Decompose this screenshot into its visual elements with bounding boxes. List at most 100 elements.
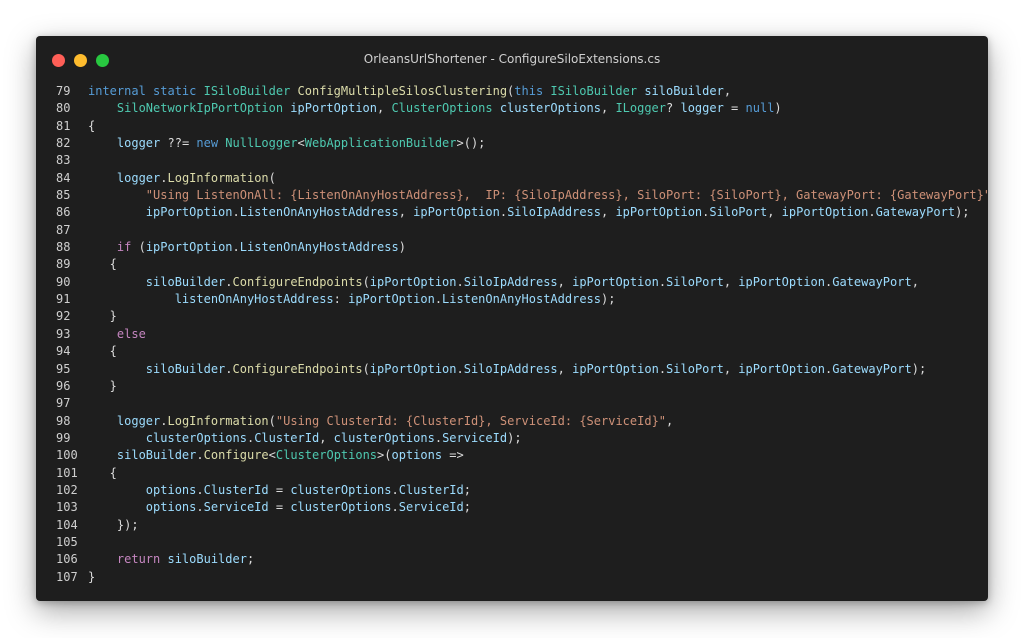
code-token: internal (88, 84, 154, 98)
code-token: clusterOptions (499, 101, 601, 116)
code-token: ipPortOption (413, 205, 500, 220)
code-token: logger (116, 170, 161, 185)
code-editor[interactable]: 79 internal static ISiloBuilder ConfigMul… (36, 83, 988, 586)
code-line: 80 SiloNetworkIpPortOption ipPortOption,… (36, 100, 988, 117)
code-token: ClusterId (398, 482, 464, 497)
code-token: { (88, 118, 96, 133)
code-token: ConfigureEndpoints (232, 361, 363, 376)
code-token: , (319, 430, 334, 445)
code-token: . (434, 292, 443, 307)
code-token: SiloPort (666, 361, 724, 376)
code-token: options (145, 482, 197, 497)
code-token: ipPortOption (615, 205, 703, 220)
code-line: 98 logger.LogInformation("Using ClusterI… (36, 413, 988, 430)
code-text: options.ClusterId = clusterOptions.Clust… (88, 482, 471, 499)
line-number: 92 (56, 309, 71, 324)
code-token: ConfigMultipleSilosClustering (297, 84, 508, 98)
code-token: . (456, 361, 464, 376)
code-line: 106 return siloBuilder; (36, 551, 988, 568)
code-token: ( (362, 361, 370, 376)
code-token: ISiloBuilder (203, 84, 298, 98)
window-title: OrleansUrlShortener - ConfigureSiloExten… (363, 52, 661, 66)
code-line: 103 options.ServiceId = clusterOptions.S… (36, 499, 988, 516)
line-number: 83 (56, 153, 71, 168)
code-token: < (268, 448, 276, 463)
line-number: 80 (56, 101, 71, 116)
title-bar: OrleansUrlShortener - ConfigureSiloExten… (36, 36, 988, 82)
code-token: ipPortOption (572, 274, 659, 289)
code-token: LogInformation (167, 413, 269, 428)
code-text: } (88, 308, 117, 325)
code-token: logger (680, 101, 724, 116)
code-line: 105 (36, 534, 988, 551)
line-number: 81 (56, 118, 71, 133)
code-line: 90 siloBuilder.ConfigureEndpoints(ipPort… (36, 274, 988, 291)
code-text: siloBuilder.Configure<ClusterOptions>(op… (88, 447, 464, 464)
code-token: ipPortOption (145, 240, 233, 255)
code-token: ListenOnAnyHostAddress (239, 240, 399, 255)
code-token: } (88, 569, 96, 584)
code-line: 96 } (36, 378, 988, 395)
code-token: . (196, 482, 204, 497)
line-number: 95 (56, 361, 71, 376)
code-line: 91 listenOnAnyHostAddress: ipPortOption.… (36, 291, 988, 308)
line-number: 99 (56, 430, 71, 445)
code-text: options.ServiceId = clusterOptions.Servi… (88, 499, 471, 516)
line-number: 98 (56, 413, 71, 428)
code-token: , (377, 101, 392, 116)
code-token: else (116, 326, 146, 341)
code-token: SiloIpAddress (463, 274, 558, 289)
code-token: ServiceId (203, 500, 269, 515)
code-token: static (153, 84, 204, 98)
code-token: . (434, 430, 443, 445)
code-token: clusterOptions (290, 500, 392, 515)
line-number: 102 (56, 482, 78, 497)
code-token: ? (666, 101, 681, 116)
code-text: { (88, 465, 117, 482)
line-number: 91 (56, 292, 71, 307)
code-token: new (196, 136, 226, 151)
code-token: , (723, 84, 732, 98)
code-token: = (723, 101, 746, 116)
line-number: 87 (56, 222, 71, 237)
code-token: , (557, 361, 573, 376)
code-token: . (868, 205, 876, 220)
code-token: , (911, 274, 919, 289)
code-token: . (499, 205, 508, 220)
code-token: NullLogger (225, 136, 298, 151)
code-token: } (88, 309, 117, 324)
code-text: { (88, 256, 117, 273)
code-text: if (ipPortOption.ListenOnAnyHostAddress) (88, 239, 406, 256)
code-token: ); (911, 361, 927, 376)
code-token: ipPortOption (572, 361, 659, 376)
code-token: . (391, 500, 399, 515)
code-token: SiloPort (709, 205, 768, 220)
code-line: 101 { (36, 465, 988, 482)
code-token: siloBuilder (167, 552, 247, 567)
line-number: 104 (56, 517, 78, 532)
code-line: 87 (36, 222, 988, 239)
code-line: 97 (36, 395, 988, 412)
line-number: 105 (56, 534, 78, 549)
code-token: ListenOnAnyHostAddress (239, 205, 399, 220)
code-token: , (723, 274, 739, 289)
code-token: SiloIpAddress (463, 361, 558, 376)
code-token: ClusterId (203, 482, 269, 497)
code-token: . (160, 413, 168, 428)
code-token: , (601, 205, 616, 220)
code-token: ( (268, 170, 276, 185)
code-text: siloBuilder.ConfigureEndpoints(ipPortOpt… (88, 361, 926, 378)
code-token: . (232, 205, 240, 220)
code-text: clusterOptions. ClusterId, clusterOptions… (88, 430, 522, 447)
code-token: ( (138, 240, 146, 255)
code-token: ClusterOptions (391, 101, 500, 116)
code-token: WebApplicationBuilder (304, 136, 457, 151)
code-text: } (88, 378, 117, 395)
